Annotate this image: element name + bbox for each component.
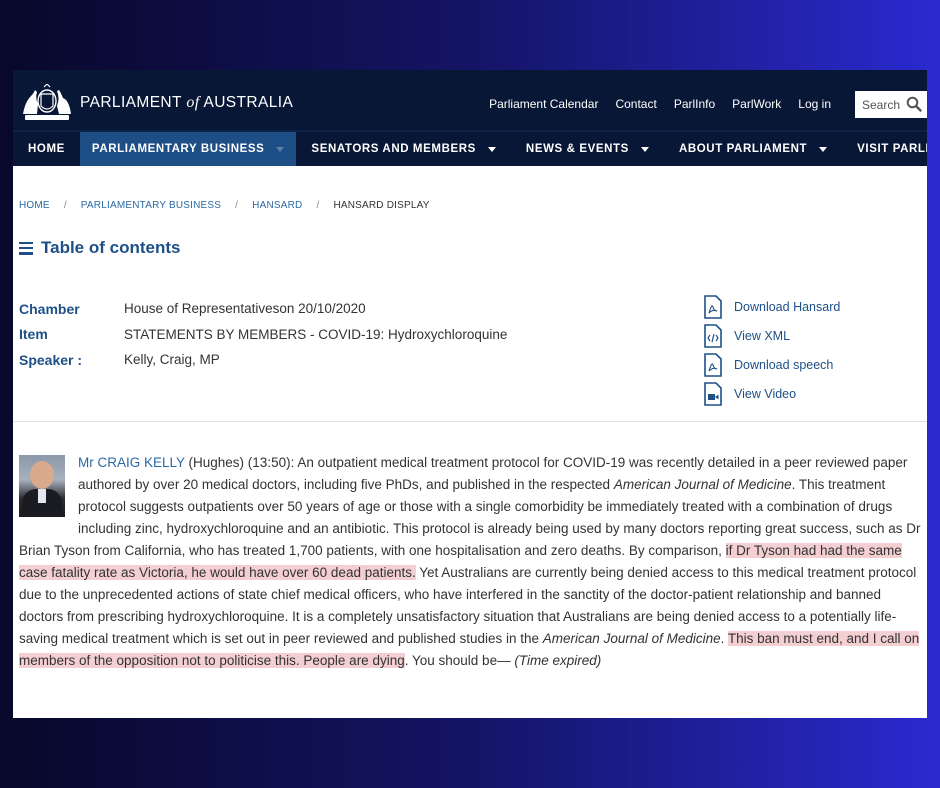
- chevron-down-icon: [819, 146, 828, 152]
- pdf-file-icon: [704, 352, 722, 377]
- coat-of-arms-logo[interactable]: [19, 84, 75, 122]
- link-parlwork[interactable]: ParlWork: [732, 97, 781, 111]
- breadcrumb-home[interactable]: HOME: [19, 200, 50, 211]
- site-name-part: of: [186, 94, 200, 111]
- search-icon[interactable]: [906, 96, 922, 112]
- item-value: STATEMENTS BY MEMBERS - COVID-19: Hydrox…: [124, 326, 508, 342]
- menu-icon: [19, 241, 33, 255]
- download-hansard-link[interactable]: Download Hansard: [703, 292, 840, 321]
- chevron-down-icon: [640, 146, 649, 152]
- view-video-label: View Video: [734, 386, 797, 401]
- speaker-value: Kelly, Craig, MP: [124, 352, 220, 368]
- hansard-metadata: Chamber House of Representativeson 20/10…: [19, 296, 507, 373]
- speaker-link[interactable]: Mr CRAIG KELLY: [78, 455, 185, 470]
- site-name-part: AUSTRALIA: [203, 94, 294, 111]
- breadcrumb: HOME / PARLIAMENTARY BUSINESS / HANSARD …: [19, 200, 430, 211]
- breadcrumb-separator: /: [316, 200, 320, 211]
- chamber-label: Chamber: [19, 300, 80, 317]
- nav-news-events[interactable]: NEWS & EVENTS: [511, 132, 664, 166]
- site-name[interactable]: PARLIAMENT of AUSTRALIA: [80, 94, 293, 112]
- speaker-avatar: [19, 455, 65, 517]
- nav-label: SENATORS AND MEMBERS: [311, 143, 476, 155]
- site-header: PARLIAMENT of AUSTRALIA Parliament Calen…: [13, 70, 927, 130]
- section-divider: [13, 421, 927, 422]
- video-file-icon: [704, 381, 722, 406]
- view-xml-label: View XML: [734, 328, 791, 343]
- item-label: Item: [19, 326, 48, 343]
- breadcrumb-separator: /: [235, 200, 239, 211]
- nav-home[interactable]: HOME: [13, 132, 80, 166]
- meta-row-item: Item STATEMENTS BY MEMBERS - COVID-19: H…: [19, 322, 507, 348]
- journal-title: American Journal of Medicine: [542, 631, 721, 646]
- link-parlinfo[interactable]: ParlInfo: [674, 97, 715, 111]
- meta-row-speaker: Speaker : Kelly, Craig, MP: [19, 347, 507, 373]
- nav-label: VISIT PARLIAMENT: [857, 143, 927, 155]
- toc-title: Table of contents: [41, 238, 181, 257]
- breadcrumb-current: HANSARD DISPLAY: [333, 200, 430, 211]
- link-parliament-calendar[interactable]: Parliament Calendar: [489, 97, 598, 111]
- code-file-icon: [704, 323, 722, 348]
- pdf-file-icon: [704, 294, 722, 319]
- breadcrumb-hansard[interactable]: HANSARD: [252, 200, 302, 211]
- nav-senators-and-members[interactable]: SENATORS AND MEMBERS: [296, 132, 511, 166]
- speaker-label: Speaker :: [19, 351, 83, 368]
- nav-parliamentary-business[interactable]: PARLIAMENTARY BUSINESS: [79, 132, 297, 166]
- view-xml-link[interactable]: View XML: [703, 321, 840, 350]
- nav-visit-parliament[interactable]: VISIT PARLIAMENT: [842, 132, 927, 166]
- nav-label: NEWS & EVENTS: [525, 143, 629, 155]
- browser-page: PARLIAMENT of AUSTRALIA Parliament Calen…: [13, 70, 927, 718]
- meta-row-chamber: Chamber House of Representativeson 20/10…: [19, 296, 507, 322]
- time-expired-note: (Time expired): [514, 653, 602, 668]
- breadcrumb-separator: /: [63, 200, 67, 211]
- table-of-contents-toggle[interactable]: Table of contents: [19, 238, 180, 258]
- speech-text: Mr CRAIG KELLY (Hughes) (13:50): An outp…: [19, 452, 921, 672]
- breadcrumb-parliamentary-business[interactable]: PARLIAMENTARY BUSINESS: [81, 200, 221, 211]
- download-speech-link[interactable]: Download speech: [703, 350, 840, 379]
- nav-label: PARLIAMENTARY BUSINESS: [91, 143, 265, 155]
- chevron-down-icon: [276, 146, 285, 152]
- link-log-in[interactable]: Log in: [798, 97, 831, 111]
- download-hansard-label: Download Hansard: [734, 299, 841, 314]
- search-input[interactable]: Search: [855, 91, 927, 118]
- nav-about-parliament[interactable]: ABOUT PARLIAMENT: [664, 132, 842, 166]
- journal-title: American Journal of Medicine: [613, 477, 792, 492]
- site-name-part: PARLIAMENT: [80, 94, 182, 111]
- download-speech-label: Download speech: [734, 357, 834, 372]
- main-nav: HOME PARLIAMENTARY BUSINESS SENATORS AND…: [13, 130, 927, 166]
- nav-label: ABOUT PARLIAMENT: [678, 143, 808, 155]
- link-contact[interactable]: Contact: [615, 97, 656, 111]
- chevron-down-icon: [487, 146, 496, 152]
- search-placeholder: Search: [862, 97, 901, 112]
- speech-segment: . You should be—: [404, 653, 515, 668]
- chamber-value: House of Representativeson 20/10/2020: [124, 301, 366, 317]
- nav-label: HOME: [28, 143, 65, 155]
- download-links: Download Hansard View XML Download speec…: [703, 292, 840, 408]
- view-video-link[interactable]: View Video: [703, 379, 840, 408]
- speech-segment: .: [720, 631, 728, 646]
- utility-nav: Parliament Calendar Contact ParlInfo Par…: [489, 97, 831, 111]
